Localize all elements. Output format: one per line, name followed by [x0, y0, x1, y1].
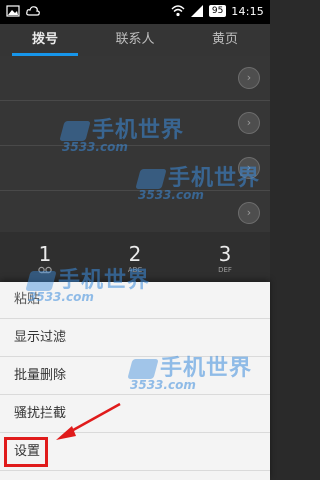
status-bar: 95 14:15 — [0, 0, 270, 24]
wifi-icon — [171, 5, 185, 17]
watermark-logo-icon — [127, 359, 159, 379]
menu-item-settings[interactable]: 设置 — [0, 433, 270, 471]
signal-icon — [190, 5, 203, 17]
clock: 14:15 — [231, 4, 264, 18]
watermark: 手机世界 3533.com — [59, 112, 184, 154]
menu-item-harassment-block[interactable]: 骚扰拦截 — [0, 395, 270, 433]
annotation-arrow-icon — [56, 402, 121, 440]
battery-indicator: 95 — [208, 5, 227, 17]
watermark-logo-icon — [25, 271, 57, 291]
watermark: 手机世界 3533.com — [135, 160, 260, 202]
watermark-logo-icon — [135, 169, 167, 189]
watermark-logo-icon — [59, 121, 91, 141]
image-icon — [6, 5, 20, 17]
watermark: 手机世界 3533.com — [25, 262, 150, 304]
cloud-icon — [26, 6, 40, 16]
watermark: 手机世界 3533.com — [127, 350, 252, 392]
